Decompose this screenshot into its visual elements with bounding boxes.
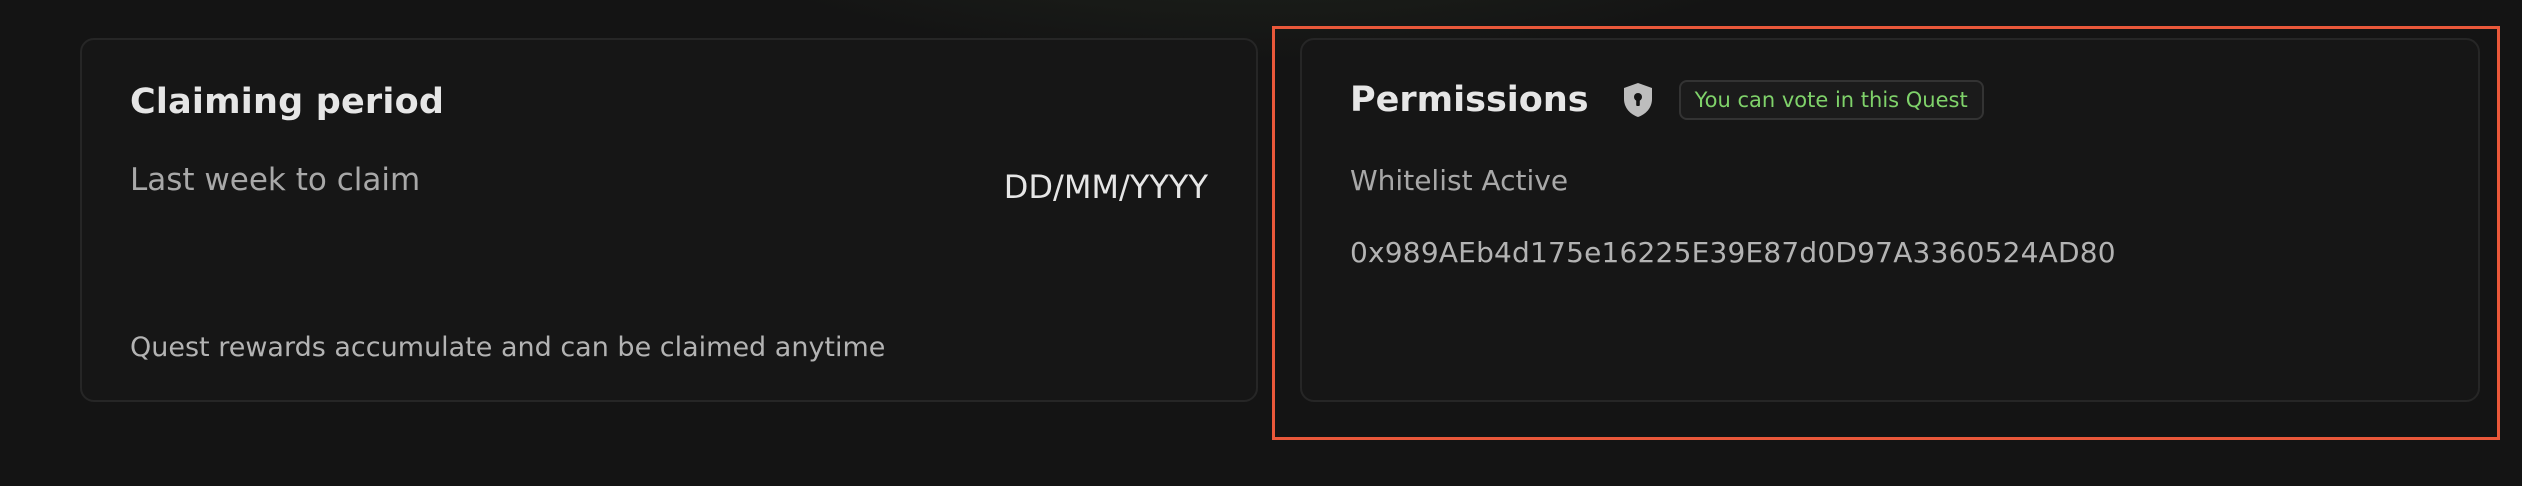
whitelist-address[interactable]: 0x989AEb4d175e16225E39E87d0D97A3360524AD… <box>1350 236 2116 269</box>
whitelist-status-label: Whitelist Active <box>1350 164 1569 197</box>
vote-eligibility-badge: You can vote in this Quest <box>1678 80 1984 120</box>
permissions-title: Permissions <box>1350 80 1589 120</box>
permissions-header: Permissions You can vote in this Quest <box>1350 80 1984 120</box>
claim-deadline-label: Last week to claim <box>130 162 421 198</box>
claiming-period-card: Claiming period Last week to claim DD/MM… <box>80 38 1258 402</box>
permissions-card: Permissions You can vote in this Quest W… <box>1300 38 2480 402</box>
claim-deadline-date: DD/MM/YYYY <box>1003 168 1208 206</box>
shield-lock-icon <box>1621 82 1655 118</box>
claiming-period-title: Claiming period <box>130 82 445 122</box>
claim-rewards-note: Quest rewards accumulate and can be clai… <box>130 332 886 363</box>
